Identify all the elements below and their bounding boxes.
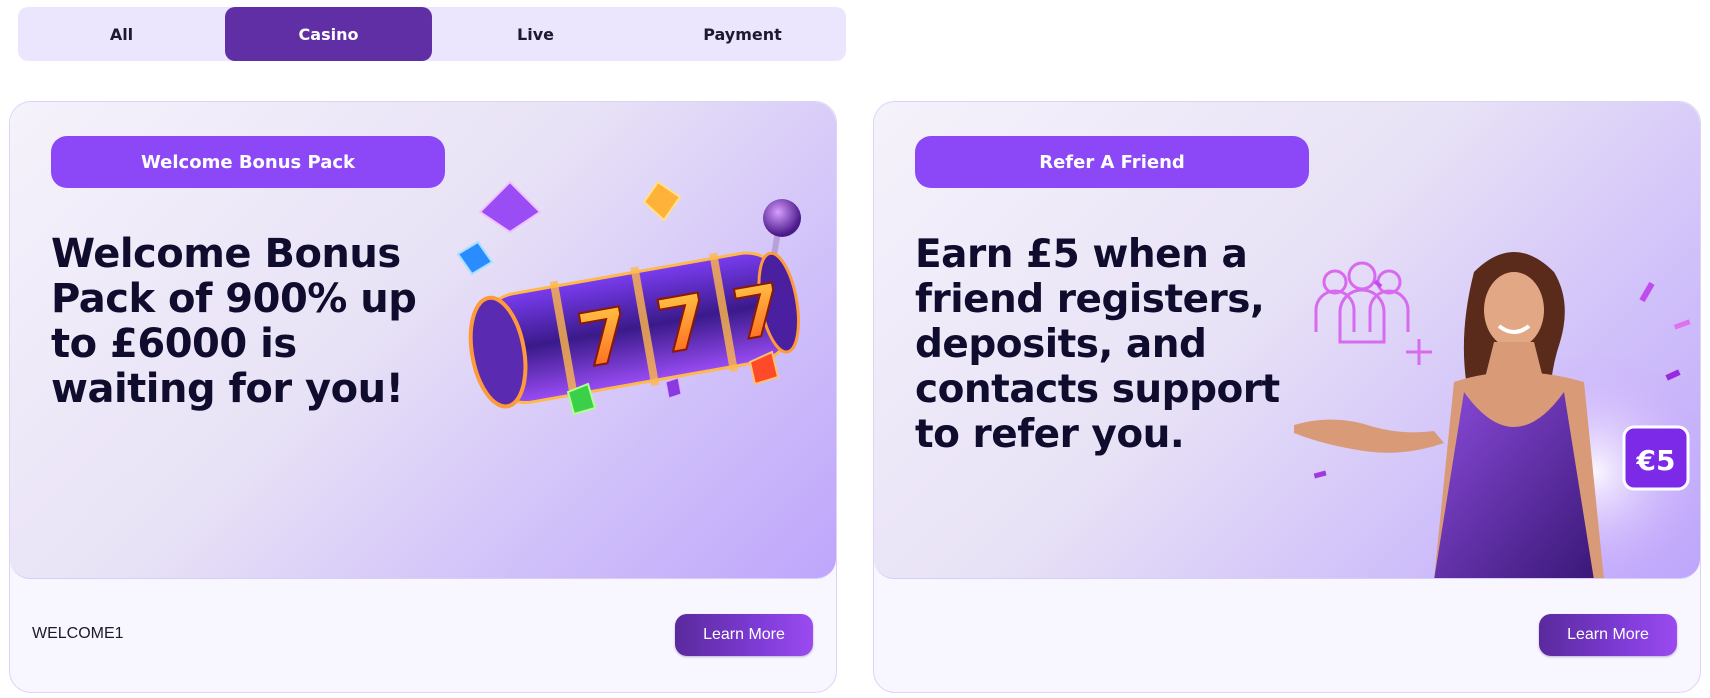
- promo-banner: Welcome Bonus Pack Welcome Bonus Pack of…: [10, 102, 836, 579]
- category-tabs: All Casino Live Payment: [18, 7, 846, 61]
- slot-machine-777-icon: 7 7 7: [456, 180, 801, 416]
- tab-payment[interactable]: Payment: [639, 7, 846, 61]
- promo-badge: Welcome Bonus Pack: [51, 136, 445, 188]
- promo-code: WELCOME1: [32, 625, 124, 642]
- amount-badge: €5: [1622, 425, 1690, 491]
- tab-live[interactable]: Live: [432, 7, 639, 61]
- learn-more-button[interactable]: Learn More: [1539, 614, 1677, 656]
- promo-card-welcome: Welcome Bonus Pack Welcome Bonus Pack of…: [9, 101, 837, 693]
- promo-headline: Welcome Bonus Pack of 900% up to £6000 i…: [51, 231, 417, 412]
- promo-card-refer: Refer A Friend Earn £5 when a friend reg…: [873, 101, 1701, 693]
- woman-referral-icon: €5: [1294, 252, 1700, 578]
- promo-banner: Refer A Friend Earn £5 when a friend reg…: [874, 102, 1700, 579]
- promo-badge: Refer A Friend: [915, 136, 1309, 188]
- learn-more-button[interactable]: Learn More: [675, 614, 813, 656]
- svg-text:€5: €5: [1636, 444, 1676, 477]
- tab-casino[interactable]: Casino: [225, 7, 432, 61]
- tab-all[interactable]: All: [18, 7, 225, 61]
- promo-headline: Earn £5 when a friend registers, deposit…: [915, 232, 1280, 457]
